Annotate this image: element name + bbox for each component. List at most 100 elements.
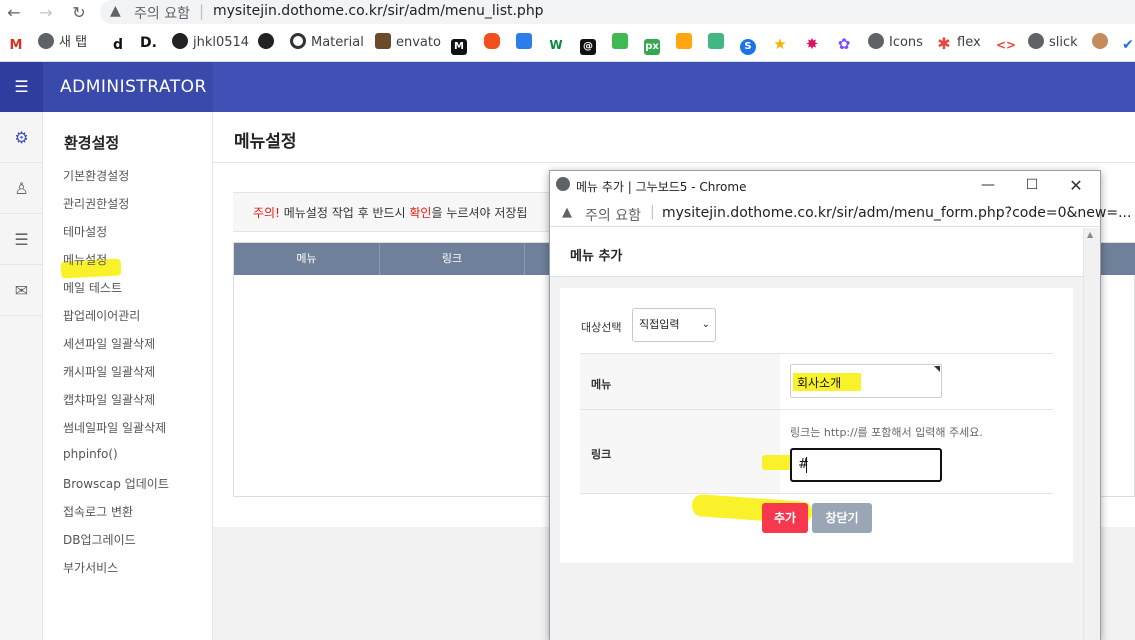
chevron-down-icon: ⌄ [701, 319, 710, 330]
scrollbar[interactable]: ▲ [1083, 228, 1100, 640]
gmail-icon[interactable]: M [8, 33, 29, 54]
address-row: ← → ↻ ▲ 주의 요함 | mysitejin.dothome.co.kr/… [0, 0, 1135, 26]
address-separator: | [199, 2, 205, 20]
bookmark-label: slick [1049, 35, 1078, 50]
admin-brand[interactable]: ADMINISTRATOR [43, 62, 213, 112]
submenu-item-browscap[interactable]: Browscap 업데이트 [63, 475, 169, 492]
bookmark-envato[interactable]: envato [375, 33, 441, 53]
bookmark-label: Icons [889, 35, 923, 50]
star-icon[interactable]: ★ [772, 33, 793, 53]
scroll-up-icon[interactable]: ▲ [1087, 230, 1093, 239]
target-select[interactable]: 직접입력 ⌄ [632, 308, 716, 342]
reload-icon[interactable]: ↻ [68, 2, 90, 24]
menu-toggle-icon[interactable]: ☰ [0, 62, 43, 112]
submenu-item-basic[interactable]: 기본환경설정 [63, 167, 129, 184]
submenu-item-cache[interactable]: 캐시파일 일괄삭제 [63, 363, 155, 380]
close-window-button[interactable]: 창닫기 [812, 503, 872, 533]
bookmark-label: jhkl0514 [193, 35, 250, 50]
menu-name-value: 회사소개 [797, 376, 842, 390]
user-icon[interactable]: ♙ [0, 163, 43, 214]
close-icon[interactable]: ✕ [1054, 171, 1098, 200]
submenu-item-phpinfo[interactable]: phpinfo() [63, 447, 118, 461]
menu-name-input[interactable]: 회사소개 [790, 364, 942, 398]
bookmark-d-dot[interactable]: D. [140, 33, 157, 53]
column-header-menu: 메뉴 [234, 243, 380, 275]
forward-arrow-icon[interactable]: → [35, 2, 57, 24]
check-icon[interactable]: ✔ [1120, 33, 1135, 53]
s-icon[interactable]: S [740, 33, 761, 55]
submenu-item-popup[interactable]: 팝업레이어관리 [63, 307, 140, 324]
bookmark-github[interactable] [258, 33, 279, 53]
submenu-item-db[interactable]: DB업그레이드 [63, 531, 136, 548]
bookmark-material[interactable]: Material [290, 33, 364, 53]
url-text: mysitejin.dothome.co.kr/sir/adm/menu_lis… [213, 3, 544, 19]
back-arrow-icon[interactable]: ← [3, 2, 25, 24]
globe-icon [38, 33, 54, 49]
submenu-title: 환경설정 [64, 134, 120, 152]
popup-address-bar[interactable]: ▲ 주의 요함 | mysitejin.dothome.co.kr/sir/ad… [550, 200, 1131, 227]
admin-header: ☰ ADMINISTRATOR [0, 62, 1135, 112]
submenu-item-captcha[interactable]: 캡챠파일 일괄삭제 [63, 391, 155, 408]
browser-toolbar: ← → ↻ ▲ 주의 요함 | mysitejin.dothome.co.kr/… [0, 0, 1135, 62]
bookmark-new-tab[interactable]: 새 탭 [38, 33, 87, 53]
bookmark-slick[interactable]: slick [1028, 33, 1078, 53]
form-row-link: 링크 링크는 http://를 포함해서 입력해 주세요. # [580, 410, 1053, 494]
github-icon [172, 33, 188, 49]
frog-icon[interactable] [612, 33, 633, 53]
popup-titlebar: 메뉴 추가 | 그누보드5 - Chrome — ☐ ✕ [550, 171, 1100, 200]
add-button[interactable]: 추가 [762, 503, 808, 533]
webflow-icon[interactable]: W [548, 33, 569, 53]
settings-submenu: 환경설정 기본환경설정 관리권한설정 테마설정 메뉴설정 메일 테스트 팝업레이… [43, 112, 213, 640]
notice-confirm: 확인 [409, 206, 432, 220]
codepen-icon[interactable]: @ [580, 33, 601, 55]
page-title: 메뉴설정 [234, 132, 297, 152]
notice-warning: 주의! [253, 206, 280, 220]
bookmark-m-icon[interactable]: M [451, 33, 472, 55]
px-icon[interactable]: px [644, 33, 665, 55]
bookmark-flex[interactable]: ✱ flex [936, 33, 981, 53]
flower-icon[interactable]: ✿ [836, 33, 857, 53]
mail-icon[interactable]: ✉ [0, 265, 43, 316]
bookmark-icons[interactable]: Icons [868, 33, 923, 53]
maximize-icon[interactable]: ☐ [1010, 171, 1054, 200]
page-header: 메뉴설정 [213, 112, 1135, 163]
notice-box: 주의! 메뉴설정 작업 후 반드시 확인을 누르셔야 저장됩 [233, 192, 563, 232]
submenu-item-auth[interactable]: 관리권한설정 [63, 195, 129, 212]
minimize-icon[interactable]: — [966, 171, 1010, 200]
globe-icon [1028, 33, 1044, 49]
avatar-icon[interactable] [1092, 33, 1113, 53]
submenu-item-theme[interactable]: 테마설정 [63, 223, 107, 240]
menu-label-text: 메뉴 [591, 378, 612, 391]
list-icon[interactable]: ☰ [0, 214, 43, 265]
figma-icon[interactable] [484, 33, 505, 53]
form-row-menu: 메뉴 회사소개 [580, 354, 1053, 410]
submenu-item-mail-test[interactable]: 메일 테스트 [63, 279, 122, 296]
link-field-label: 링크 [580, 410, 780, 493]
vue-icon[interactable] [708, 33, 729, 53]
column-header-link: 링크 [380, 243, 525, 275]
bookmark-d-icon[interactable]: d [110, 33, 131, 53]
envato-icon [375, 33, 391, 49]
submenu-item-addon[interactable]: 부가서비스 [63, 559, 118, 576]
popup-header: 메뉴 추가 [550, 228, 1083, 277]
gear-icon[interactable]: ⚙ [0, 112, 43, 163]
submenu-item-log[interactable]: 접속로그 변환 [63, 503, 133, 520]
icon-rail: ⚙ ♙ ☰ ✉ [0, 112, 43, 640]
submenu-item-thumbnail[interactable]: 썸네일파일 일괄삭제 [63, 419, 166, 436]
app-icon[interactable] [516, 33, 537, 53]
red-star-icon[interactable]: ✸ [804, 33, 825, 53]
submenu-item-menu[interactable]: 메뉴설정 [63, 251, 107, 268]
globe-icon [556, 177, 570, 191]
address-separator: | [650, 204, 655, 220]
firebase-icon[interactable] [676, 33, 697, 53]
code-icon[interactable]: <> [996, 33, 1017, 53]
link-url-input[interactable]: # [790, 448, 942, 482]
github-icon [258, 33, 274, 49]
address-bar[interactable]: ▲ 주의 요함 | mysitejin.dothome.co.kr/sir/ad… [100, 0, 1135, 24]
security-label: 주의 요함 [134, 6, 190, 22]
submenu-item-session[interactable]: 세션파일 일괄삭제 [63, 335, 155, 352]
link-field-cell: 링크는 http://를 포함해서 입력해 주세요. # [762, 410, 1053, 493]
material-icon [290, 33, 306, 49]
text-cursor [806, 457, 807, 473]
bookmark-jhkl0514[interactable]: jhkl0514 [172, 33, 249, 53]
